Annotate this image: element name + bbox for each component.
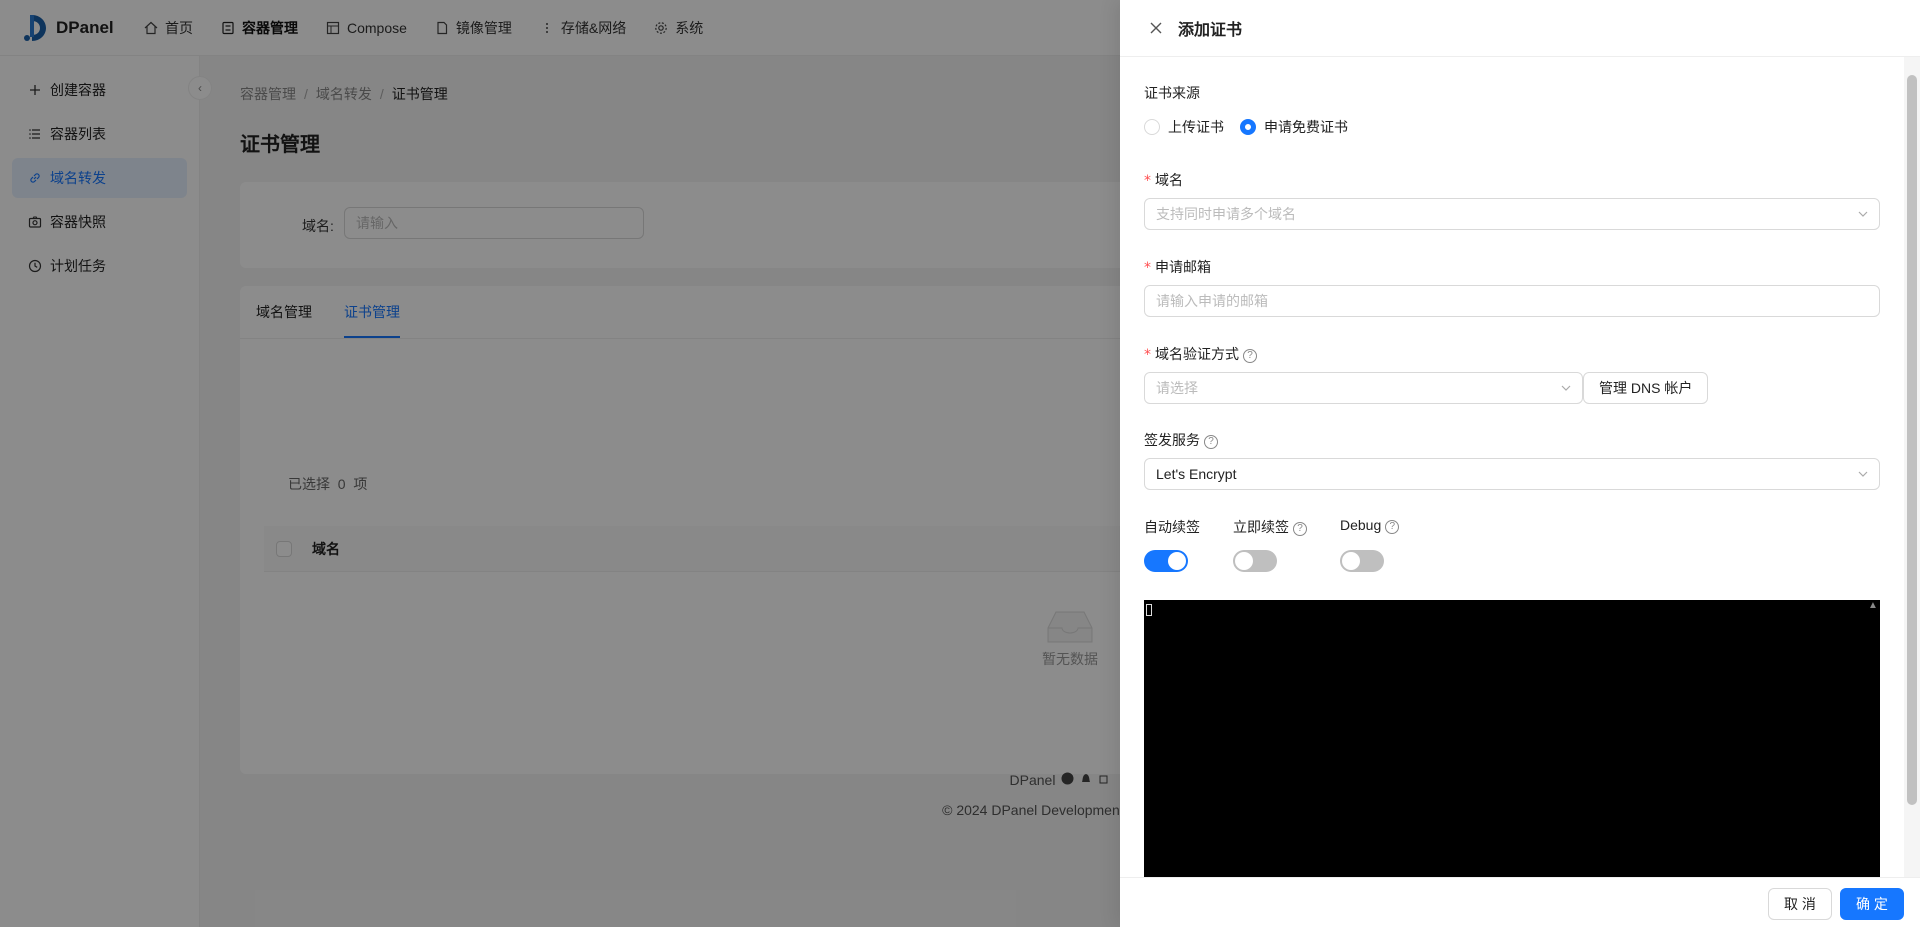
close-icon[interactable] [1144,16,1168,40]
help-icon[interactable]: ? [1204,435,1218,449]
domain-select[interactable]: 支持同时申请多个域名 [1144,198,1880,230]
help-icon[interactable]: ? [1243,349,1257,363]
terminal-scrollbar[interactable]: ▲ [1866,600,1880,877]
drawer-scrollbar[interactable] [1904,57,1920,877]
radio-dot [1144,119,1160,135]
renew-now-switch[interactable] [1233,550,1277,572]
chevron-down-icon [1857,199,1869,240]
issuer-label: 签发服务? [1144,430,1218,450]
verify-method-select[interactable]: 请选择 [1144,372,1583,404]
cert-source-label: 证书来源 [1144,85,1200,101]
debug-switch[interactable] [1340,550,1384,572]
drawer-title: 添加证书 [1178,22,1243,39]
radio-dot-selected [1240,119,1256,135]
radio-upload-cert[interactable]: 上传证书 [1144,117,1224,137]
switch-knob [1235,552,1253,570]
ok-button[interactable]: 确 定 [1840,888,1904,920]
switch-knob [1168,552,1186,570]
drawer-footer: 取 消 确 定 [1120,877,1920,927]
radio-apply-free-cert[interactable]: 申请免费证书 [1240,117,1348,137]
scrollbar-thumb[interactable] [1907,75,1917,805]
auto-renew-switch[interactable] [1144,550,1188,572]
chevron-up-icon: ▲ [1868,600,1878,611]
drawer-body: 证书来源 上传证书 申请免费证书 * 域名 支持同时申请多个域名 * 申请邮箱 请输… [1120,57,1900,877]
renew-now-label: 立即续签? [1233,517,1307,537]
auto-renew-label: 自动续签 [1144,519,1200,535]
add-cert-drawer: 添加证书 证书来源 上传证书 申请免费证书 * 域名 支持同时申请多个域名 * 申请… [1120,0,1920,927]
chevron-down-icon [1857,459,1869,500]
switch-knob [1342,552,1360,570]
email-input[interactable]: 请输入申请的邮箱 [1144,285,1880,317]
debug-label: Debug? [1340,517,1400,534]
log-terminal[interactable]: ▲ [1144,600,1880,877]
manage-dns-button[interactable]: 管理 DNS 帐户 [1583,372,1709,404]
help-icon[interactable]: ? [1385,520,1400,534]
radio-label: 上传证书 [1168,119,1224,135]
email-label: * 申请邮箱 [1144,259,1211,276]
domain-label: * 域名 [1144,172,1183,189]
chevron-down-icon [1560,373,1572,414]
terminal-cursor [1146,604,1152,616]
help-icon[interactable]: ? [1293,522,1307,536]
verify-method-label: * 域名验证方式? [1144,344,1257,364]
radio-label: 申请免费证书 [1264,119,1348,135]
drawer-header: 添加证书 [1120,0,1920,57]
issuer-select[interactable]: Let's Encrypt [1144,458,1880,490]
cancel-button[interactable]: 取 消 [1768,888,1832,920]
